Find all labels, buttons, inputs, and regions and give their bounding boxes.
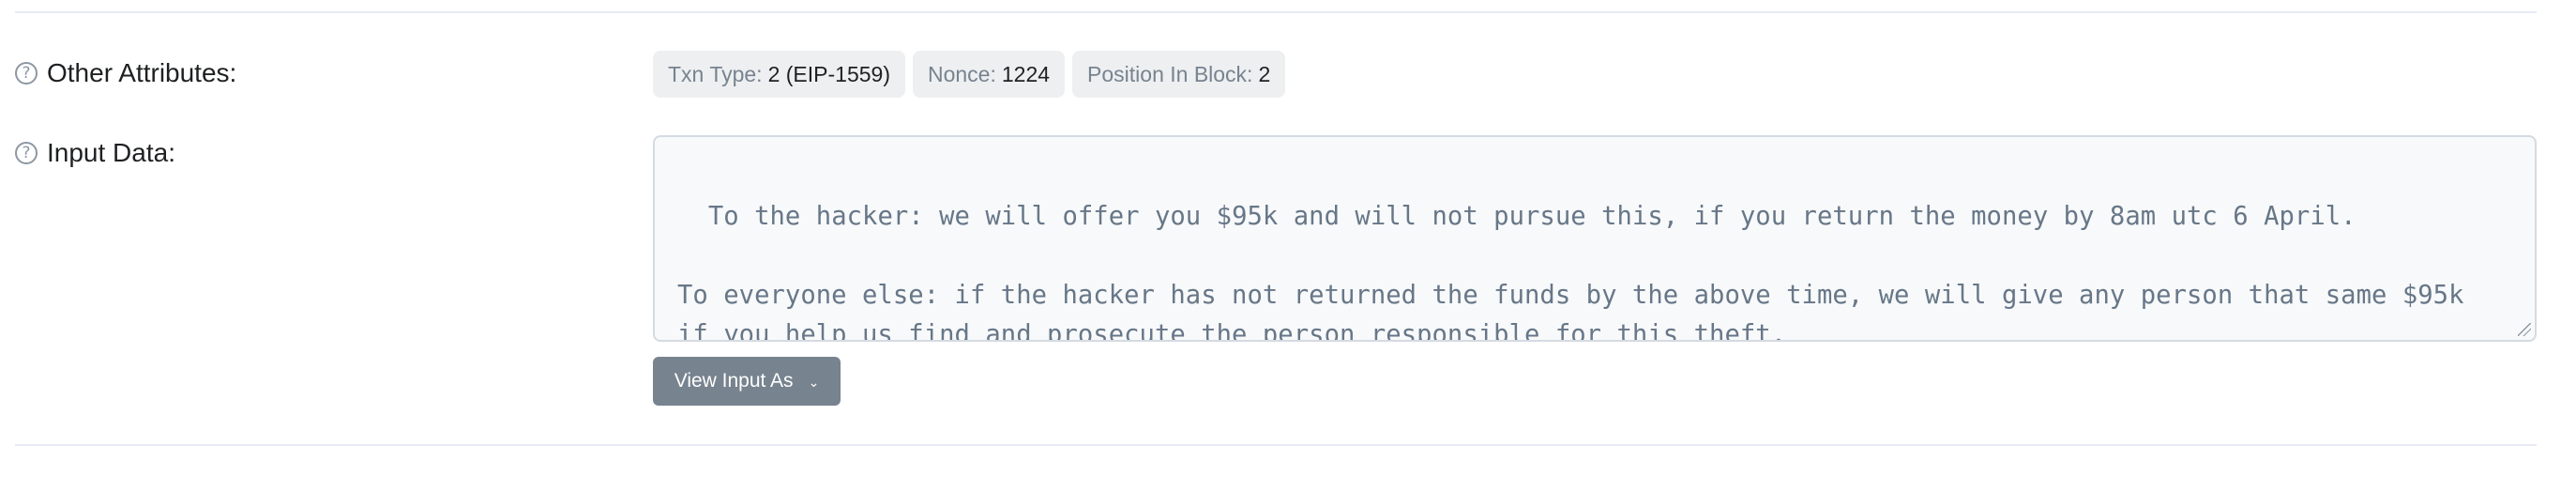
nonce-badge: Nonce: 1224 — [912, 51, 1066, 98]
badge-value: 1224 — [1001, 61, 1051, 86]
input-data-label: Input Data: — [47, 138, 175, 167]
badge-key: Position In Block: — [1087, 61, 1253, 86]
other-attributes-label: Other Attributes: — [47, 58, 237, 87]
top-divider — [15, 11, 2537, 13]
input-data-textarea[interactable]: To the hacker: we will offer you $95k an… — [653, 135, 2537, 342]
txn-type-badge: Txn Type: 2 (EIP-1559) — [653, 51, 905, 98]
badge-value: 2 — [1258, 61, 1271, 86]
badge-key: Nonce: — [927, 61, 996, 86]
view-input-as-label: View Input As — [674, 370, 794, 392]
position-in-block-badge: Position In Block: 2 — [1072, 51, 1286, 98]
input-data-row-label: ? Input Data: — [15, 138, 175, 168]
attribute-badges: Txn Type: 2 (EIP-1559) Nonce: 1224 Posit… — [653, 51, 1286, 98]
bottom-divider — [15, 444, 2537, 446]
question-circle-icon[interactable]: ? — [15, 142, 38, 164]
input-data-text: To the hacker: we will offer you $95k an… — [677, 202, 2464, 342]
question-circle-icon[interactable]: ? — [15, 62, 38, 85]
other-attributes-row-label: ? Other Attributes: — [15, 58, 236, 88]
badge-value: 2 (EIP-1559) — [767, 61, 890, 86]
resize-handle-icon[interactable] — [2518, 323, 2531, 336]
chevron-down-icon: ⌄ — [808, 375, 820, 390]
badge-key: Txn Type: — [668, 61, 763, 86]
view-input-as-button[interactable]: View Input As ⌄ — [653, 357, 841, 406]
